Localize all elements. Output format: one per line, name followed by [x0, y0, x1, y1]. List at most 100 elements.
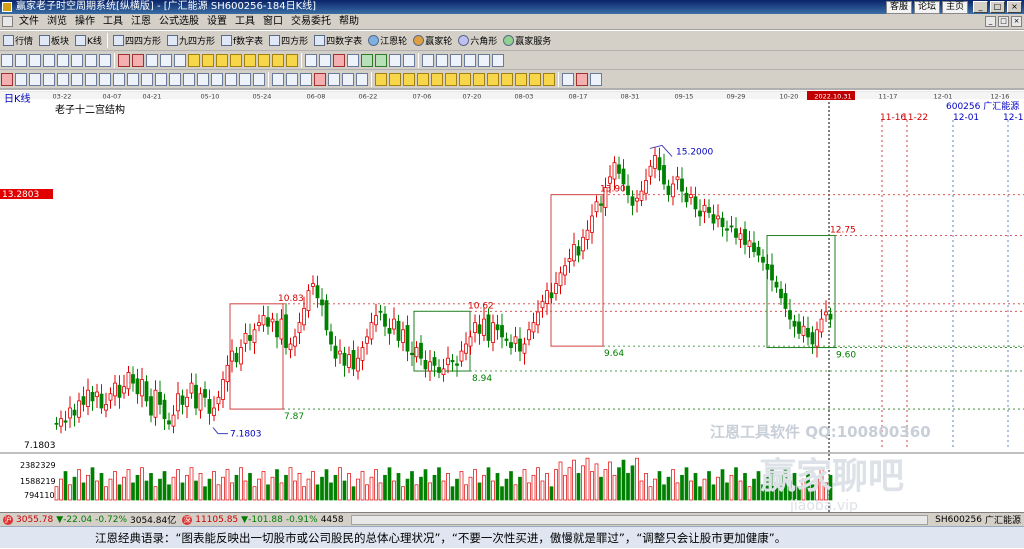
menu-formula[interactable]: 公式选股	[155, 14, 203, 29]
mdi-restore-icon[interactable]: □	[998, 16, 1009, 27]
indicator-icon[interactable]	[403, 72, 415, 86]
indicator-icon[interactable]	[501, 72, 513, 86]
tool-numtable-button[interactable]: f数字表	[218, 32, 266, 49]
circle-tool-icon[interactable]	[127, 72, 139, 86]
text-tool-icon[interactable]	[141, 72, 153, 86]
sz-index-block[interactable]: 深 11105.85 ▼-101.88 -0.91% 4458	[179, 514, 346, 525]
left-icon[interactable]	[160, 53, 172, 67]
up-down-icon[interactable]	[375, 53, 387, 67]
kline-chart[interactable]: 11-1611-22 12-01 12-1 03-22 04-07 04-21 05-10…	[0, 90, 1024, 513]
pie-icon[interactable]	[576, 72, 588, 86]
save-icon[interactable]	[436, 53, 448, 67]
indicator-icon[interactable]	[515, 72, 527, 86]
ray-tool-icon[interactable]	[15, 72, 27, 86]
tool-square-button[interactable]: 四方形	[266, 32, 311, 49]
menu-trade[interactable]: 交易委托	[287, 14, 335, 29]
diamond-icon[interactable]	[216, 53, 228, 67]
arrow-down-icon[interactable]	[132, 53, 144, 67]
parallel-tool-icon[interactable]	[29, 72, 41, 86]
save-as-icon[interactable]	[450, 53, 462, 67]
menu-gann[interactable]: 江恩	[127, 14, 155, 29]
diamond-icon[interactable]	[230, 53, 242, 67]
chart-icon[interactable]	[29, 53, 41, 67]
cycle-tool-icon[interactable]	[99, 72, 111, 86]
crosshair-icon[interactable]	[319, 53, 331, 67]
filter-icon[interactable]	[347, 53, 359, 67]
indicator-icon[interactable]	[417, 72, 429, 86]
diamond-icon[interactable]	[272, 53, 284, 67]
tool-quote-button[interactable]: 行情	[0, 32, 36, 49]
horizontal-scrollbar[interactable]	[350, 514, 929, 525]
tool-square44-button[interactable]: 四四方形	[110, 32, 164, 49]
diamond-icon[interactable]	[202, 53, 214, 67]
table-icon[interactable]	[562, 72, 574, 86]
table-icon[interactable]	[422, 53, 434, 67]
play-icon[interactable]	[146, 53, 158, 67]
app-menu-icon[interactable]	[2, 16, 13, 27]
price-tool-icon[interactable]	[225, 72, 237, 86]
settings-icon[interactable]	[478, 53, 490, 67]
menu-browse[interactable]: 浏览	[43, 14, 71, 29]
angle-tool-icon[interactable]	[169, 72, 181, 86]
tool-square-numtable-button[interactable]: 四数字表	[311, 32, 365, 49]
indicator-icon[interactable]	[543, 72, 555, 86]
up-down-icon[interactable]	[361, 53, 373, 67]
wave-tool-icon[interactable]	[183, 72, 195, 86]
gann-fan-icon[interactable]	[57, 72, 69, 86]
menu-tools-a[interactable]: 工具	[99, 14, 127, 29]
close-icon[interactable]: ×	[1007, 1, 1022, 13]
customer-service-link[interactable]: 客服	[885, 1, 912, 14]
speed-tool-icon[interactable]	[253, 72, 265, 86]
grid-icon[interactable]	[403, 53, 415, 67]
indicator-icon[interactable]	[445, 72, 457, 86]
fib-tool-icon[interactable]	[43, 72, 55, 86]
list-icon[interactable]	[57, 53, 69, 67]
indicator-icon[interactable]	[473, 72, 485, 86]
hide-tool-icon[interactable]	[342, 72, 354, 86]
ratio-tool-icon[interactable]	[239, 72, 251, 86]
indicator-icon[interactable]	[459, 72, 471, 86]
arrow-up-icon[interactable]	[118, 53, 130, 67]
sh-index-block[interactable]: 沪 3055.78 ▼-22.04 -0.72% 3054.84亿	[0, 513, 179, 526]
menu-window[interactable]: 窗口	[259, 14, 287, 29]
delete-tool-icon[interactable]	[314, 72, 326, 86]
diamond-icon[interactable]	[258, 53, 270, 67]
keyboard-icon[interactable]	[389, 53, 401, 67]
copy-tool-icon[interactable]	[300, 72, 312, 86]
undo-tool-icon[interactable]	[356, 72, 368, 86]
layout-icon[interactable]	[71, 53, 83, 67]
tool-hexagon-button[interactable]: 六角形	[455, 32, 500, 49]
time-tool-icon[interactable]	[211, 72, 223, 86]
right-icon[interactable]	[174, 53, 186, 67]
menu-help[interactable]: 帮助	[335, 14, 363, 29]
arc-tool-icon[interactable]	[113, 72, 125, 86]
forum-link[interactable]: 论坛	[913, 1, 940, 14]
menu-tools[interactable]: 工具	[231, 14, 259, 29]
cursor-icon[interactable]	[85, 53, 97, 67]
zoom-icon[interactable]	[15, 53, 27, 67]
scissors-icon[interactable]	[99, 53, 111, 67]
indicator-icon[interactable]	[529, 72, 541, 86]
minimize-icon[interactable]: _	[973, 1, 988, 13]
indicator-icon[interactable]	[389, 72, 401, 86]
tool-gann-wheel-button[interactable]: 江恩轮	[365, 32, 410, 49]
heart-icon[interactable]	[333, 53, 345, 67]
mdi-minimize-icon[interactable]: _	[985, 16, 996, 27]
channel-tool-icon[interactable]	[71, 72, 83, 86]
cross-tool-icon[interactable]	[272, 72, 284, 86]
box-tool-icon[interactable]	[85, 72, 97, 86]
chart-area[interactable]: 11-16 11-22 12-01 12-1 03-22 04-07 04-21 05-10…	[0, 89, 1024, 513]
mdi-close-icon[interactable]: ×	[1011, 16, 1022, 27]
calendar-icon[interactable]	[1, 53, 13, 67]
infinity-icon[interactable]	[590, 72, 602, 86]
line-tool-icon[interactable]	[1, 72, 13, 86]
export-icon[interactable]	[492, 53, 504, 67]
maximize-icon[interactable]: □	[990, 1, 1005, 13]
indicator-icon[interactable]	[431, 72, 443, 86]
lock-tool-icon[interactable]	[328, 72, 340, 86]
hand-icon[interactable]	[305, 53, 317, 67]
homepage-link[interactable]: 主页	[941, 1, 968, 14]
menu-file[interactable]: 文件	[15, 14, 43, 29]
tool-kline-button[interactable]: K线	[72, 32, 105, 49]
plus-tool-icon[interactable]	[286, 72, 298, 86]
